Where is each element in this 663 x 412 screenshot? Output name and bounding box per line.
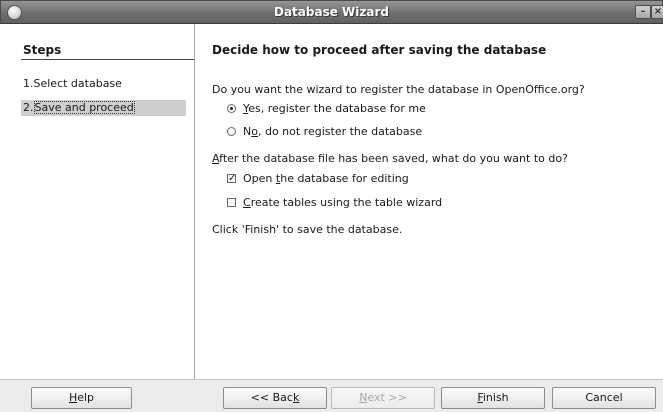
step-select-database[interactable]: 1.Select database (21, 76, 186, 92)
finish-note: Click 'Finish' to save the database. (212, 223, 403, 236)
close-icon[interactable]: × (651, 5, 663, 19)
checkbox-unchecked-icon (227, 198, 236, 207)
help-button[interactable]: Help (31, 387, 132, 409)
step-label: Save and proceed (33, 101, 135, 114)
register-question: Do you want the wizard to register the d… (212, 83, 585, 96)
back-button[interactable]: << Back (223, 387, 327, 409)
step-number: 2. (23, 101, 34, 114)
step-label: Select database (33, 77, 122, 90)
after-save-question: After the database file has been saved, … (212, 152, 568, 165)
window-title: Database Wizard (274, 5, 389, 19)
wizard-body: Steps 1.Select database 2.Save and proce… (0, 24, 663, 412)
title-bar[interactable]: Database Wizard – × (0, 0, 663, 24)
register-yes-label: Yes, register the database for me (243, 102, 426, 115)
database-wizard-window: Database Wizard – × Steps 1.Select datab… (0, 0, 663, 412)
steps-panel: Steps 1.Select database 2.Save and proce… (0, 24, 195, 379)
create-tables-label: Create tables using the table wizard (243, 196, 443, 209)
open-for-editing-label: Open the database for editing (243, 172, 409, 185)
step-number: 1. (23, 77, 34, 90)
radio-unselected-icon (227, 127, 236, 136)
cancel-button[interactable]: Cancel (552, 387, 656, 409)
radio-selected-icon (227, 104, 236, 113)
steps-divider (21, 59, 194, 60)
checkbox-checked-icon (227, 171, 236, 187)
minimize-icon[interactable]: – (635, 5, 651, 19)
steps-heading: Steps (23, 43, 62, 57)
button-bar: Help << Back Next >> Finish Cancel (0, 379, 663, 412)
step-save-and-proceed[interactable]: 2.Save and proceed (21, 100, 186, 116)
finish-button[interactable]: Finish (441, 387, 545, 409)
step-content: Decide how to proceed after saving the d… (196, 24, 663, 379)
register-no-label: No, do not register the database (243, 125, 423, 138)
page-title: Decide how to proceed after saving the d… (212, 43, 547, 57)
next-button[interactable]: Next >> (331, 387, 435, 409)
